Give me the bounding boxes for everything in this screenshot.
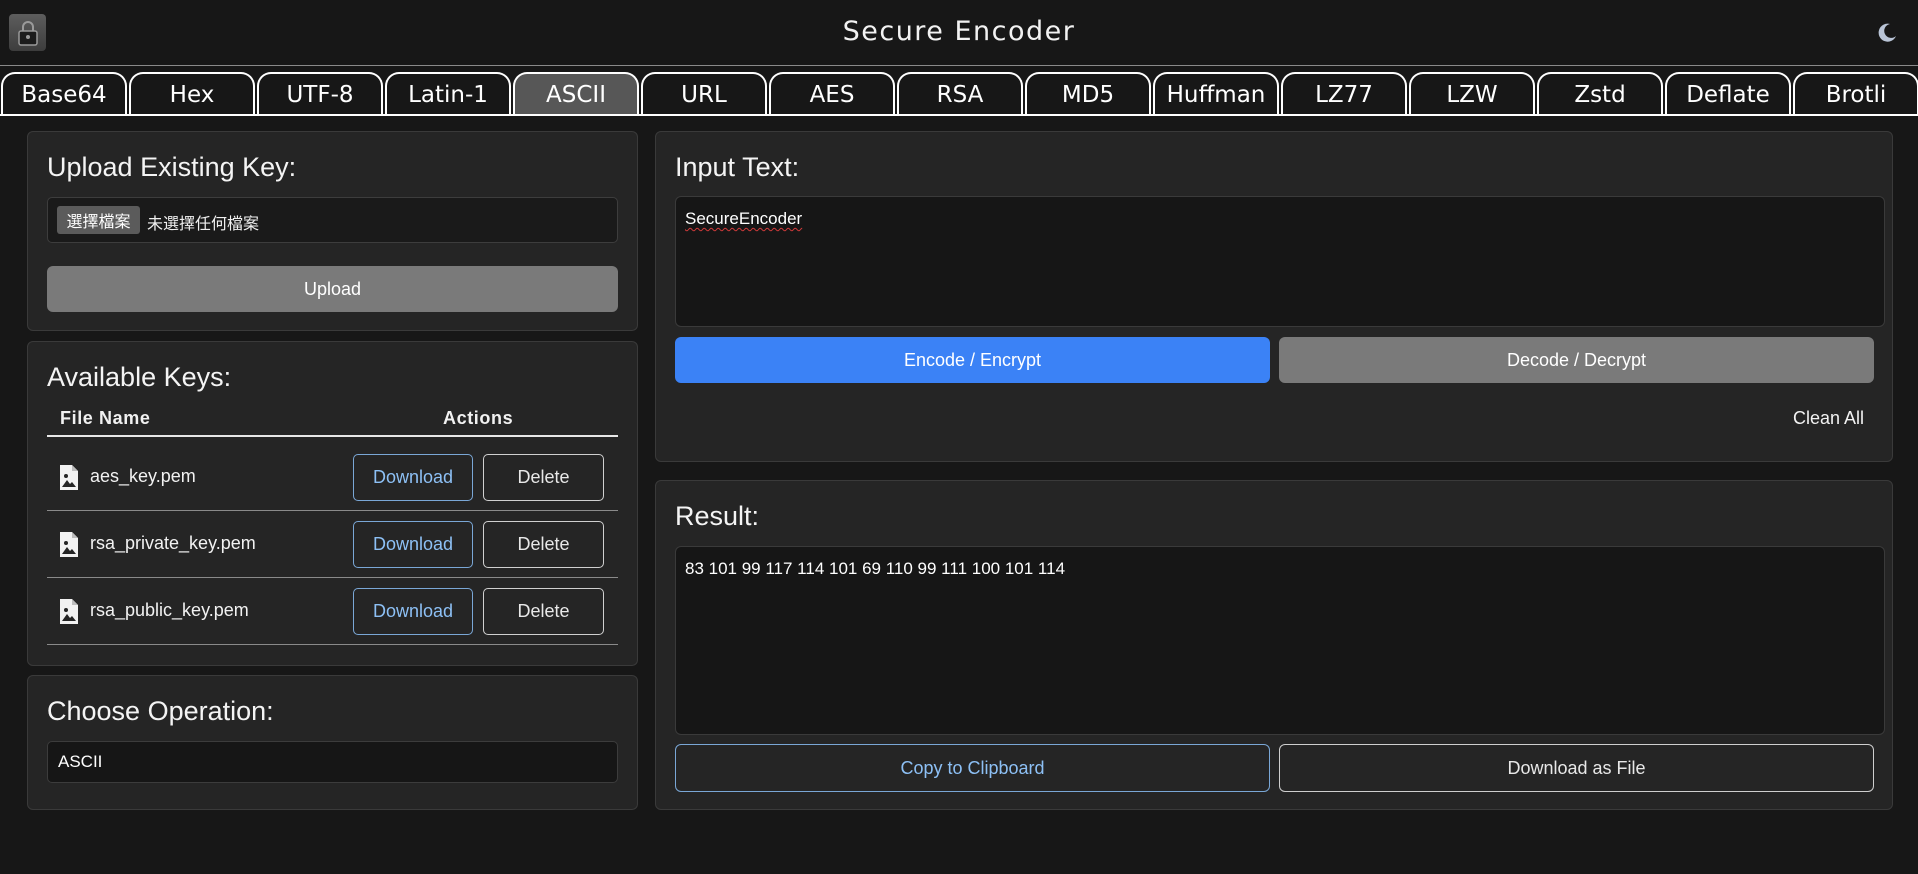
key-file-name: rsa_public_key.pem — [90, 600, 249, 620]
file-input[interactable]: 選擇檔案 未選擇任何檔案 — [47, 197, 618, 243]
col-actions: Actions — [443, 408, 514, 428]
decode-button[interactable]: Decode / Decrypt — [1279, 337, 1874, 383]
delete-key-button[interactable]: Delete — [483, 588, 604, 635]
clean-all-button[interactable]: Clean All — [1793, 408, 1864, 429]
input-title: Input Text: — [675, 152, 800, 182]
tab-base64[interactable]: Base64 — [1, 72, 127, 114]
keys-title: Available Keys: — [47, 362, 232, 392]
tab-aes[interactable]: AES — [769, 72, 895, 114]
tab-deflate[interactable]: Deflate — [1665, 72, 1791, 114]
tab-md5[interactable]: MD5 — [1025, 72, 1151, 114]
tab-huffman[interactable]: Huffman — [1153, 72, 1279, 114]
tab-brotli[interactable]: Brotli — [1793, 72, 1918, 114]
tab-zstd[interactable]: Zstd — [1537, 72, 1663, 114]
operation-title: Choose Operation: — [47, 696, 274, 726]
key-row: aes_key.pem Download Delete — [47, 444, 618, 511]
input-value: SecureEncoder — [685, 209, 803, 228]
key-row: rsa_public_key.pem Download Delete — [47, 578, 618, 645]
result-title: Result: — [675, 501, 760, 531]
encode-button[interactable]: Encode / Encrypt — [675, 337, 1270, 383]
upload-panel: Upload Existing Key: 選擇檔案 未選擇任何檔案 Upload — [27, 131, 638, 331]
upload-title: Upload Existing Key: — [47, 152, 297, 182]
download-key-button[interactable]: Download — [353, 521, 473, 568]
tab-lzw[interactable]: LZW — [1409, 72, 1535, 114]
file-image-icon — [59, 598, 79, 625]
col-file-name: File Name — [60, 408, 151, 428]
result-textarea[interactable]: 83 101 99 117 114 101 69 110 99 111 100 … — [675, 546, 1885, 735]
moon-icon[interactable] — [1874, 20, 1900, 46]
result-value: 83 101 99 117 114 101 69 110 99 111 100 … — [685, 559, 1066, 578]
file-image-icon — [59, 464, 79, 491]
keys-table-header: File Name Actions — [47, 402, 618, 437]
download-key-button[interactable]: Download — [353, 454, 473, 501]
tab-rsa[interactable]: RSA — [897, 72, 1023, 114]
file-image-icon — [59, 531, 79, 558]
operation-select[interactable]: ASCII — [47, 741, 618, 783]
key-file-name: rsa_private_key.pem — [90, 533, 256, 553]
app-title: Secure Encoder — [842, 16, 1076, 47]
choose-file-button[interactable]: 選擇檔案 — [57, 206, 140, 234]
delete-key-button[interactable]: Delete — [483, 521, 604, 568]
tab-hex[interactable]: Hex — [129, 72, 255, 114]
tab-url[interactable]: URL — [641, 72, 767, 114]
download-file-button[interactable]: Download as File — [1279, 744, 1874, 792]
tab-utf-8[interactable]: UTF-8 — [257, 72, 383, 114]
copy-clipboard-button[interactable]: Copy to Clipboard — [675, 744, 1270, 792]
key-file-name: aes_key.pem — [90, 466, 196, 486]
app-header: Secure Encoder — [0, 0, 1918, 66]
download-key-button[interactable]: Download — [353, 588, 473, 635]
key-row: rsa_private_key.pem Download Delete — [47, 511, 618, 578]
keys-panel: Available Keys: File Name Actions aes_ke… — [27, 341, 638, 666]
encoding-tabs: Base64 Hex UTF-8 Latin-1 ASCII URL AES RSA MD5 Hu… — [0, 72, 1918, 116]
tab-latin-1[interactable]: Latin-1 — [385, 72, 511, 114]
upload-button[interactable]: Upload — [47, 266, 618, 312]
input-panel: Input Text: SecureEncoder Encode / Encry… — [655, 131, 1893, 462]
result-panel: Result: 83 101 99 117 114 101 69 110 99 … — [655, 480, 1893, 810]
no-file-label: 未選擇任何檔案 — [147, 214, 260, 233]
tab-lz77[interactable]: LZ77 — [1281, 72, 1407, 114]
input-textarea[interactable]: SecureEncoder — [675, 196, 1885, 327]
operation-panel: Choose Operation: ASCII — [27, 675, 638, 810]
tab-ascii[interactable]: ASCII — [513, 72, 639, 114]
delete-key-button[interactable]: Delete — [483, 454, 604, 501]
